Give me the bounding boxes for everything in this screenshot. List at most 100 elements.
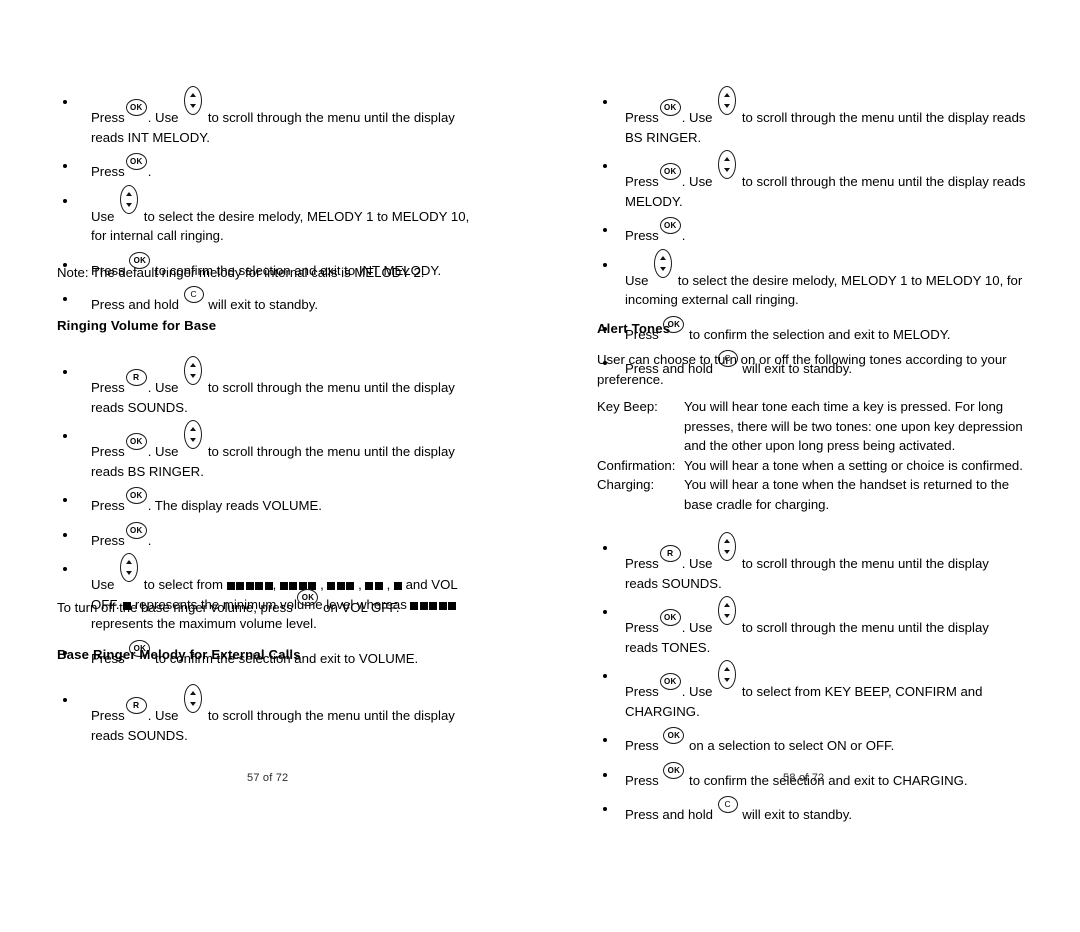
- arrow-down-icon: [659, 266, 666, 271]
- bullet-text: Press and hold C will exit to standby.: [603, 796, 1023, 825]
- scroll-updown-key-icon: [718, 660, 737, 689]
- bullet-item: PressOK. Use to scroll through the menu …: [63, 420, 488, 481]
- bullet-item: PressOK.: [63, 521, 488, 551]
- tone-definition-row: Confirmation: You will hear a tone when a…: [597, 456, 1025, 476]
- volume-level-5-icon: [226, 582, 273, 590]
- bullet-list-base-melody: PressR. Use to scroll through the menu u…: [63, 684, 488, 757]
- bullet-item: PressOK. Use to scroll through the menu …: [63, 86, 483, 147]
- bullet-marker-icon: [63, 567, 67, 571]
- ok-key-icon: OK: [125, 487, 147, 504]
- scroll-updown-key-icon: [654, 248, 673, 278]
- tone-term: Key Beep:: [597, 399, 658, 414]
- arrow-up-icon: [723, 93, 730, 97]
- arrow-down-icon: [125, 571, 132, 575]
- arrow-up-icon: [189, 691, 196, 695]
- bullet-marker-icon: [603, 262, 607, 267]
- arrow-down-icon: [189, 374, 196, 378]
- bullet-text: Use to select the desire melody, MELODY …: [603, 248, 1028, 310]
- manual-page-spread: PressOK. Use to scroll through the menu …: [0, 0, 1080, 932]
- bullet-marker-icon: [603, 674, 607, 678]
- bullet-marker-icon: [63, 532, 67, 537]
- scroll-updown-key-icon: [718, 86, 737, 115]
- note-default-internal-melody: Note: The default ringer melody for inte…: [57, 265, 425, 280]
- bullet-text: PressOK. Use to scroll through the menu …: [63, 86, 483, 147]
- bullet-marker-icon: [63, 297, 67, 301]
- heading-base-ringer-melody-external: Base Ringer Melody for External Calls: [57, 647, 301, 662]
- bullet-marker-icon: [603, 610, 607, 614]
- bullet-text: PressOK. Use to select from KEY BEEP, CO…: [603, 660, 1023, 721]
- bullet-marker-icon: [63, 498, 67, 502]
- alert-tones-definition-list: Key Beep: You will hear tone each time a …: [597, 397, 1025, 514]
- page-footer-right: 58 of 72: [783, 772, 825, 784]
- scroll-updown-key-icon: [184, 356, 203, 385]
- arrow-down-icon: [189, 702, 196, 706]
- bullet-item: PressOK. Use to scroll through the menu …: [603, 596, 1023, 657]
- bullet-marker-icon: [63, 164, 67, 168]
- arrow-down-icon: [723, 614, 730, 618]
- bullet-text: PressR. Use to scroll through the menu u…: [603, 532, 1023, 593]
- alert-tones-intro: User can choose to turn on or off the fo…: [597, 352, 1007, 387]
- arrow-down-icon: [189, 438, 196, 442]
- arrow-up-icon: [125, 191, 132, 196]
- tone-description: You will hear tone each time a key is pr…: [684, 399, 1023, 453]
- ok-key-icon: OK: [659, 673, 681, 690]
- bullet-marker-icon: [603, 546, 607, 550]
- bullet-text: PressOK. Use to scroll through the menu …: [63, 420, 488, 481]
- arrow-up-icon: [189, 93, 196, 97]
- vol-off-instruction: To turn off the base ringer volume, pres…: [57, 589, 527, 618]
- c-key-icon: C: [717, 796, 738, 813]
- ok-key-icon: OK: [659, 163, 681, 180]
- bullet-marker-icon: [63, 370, 67, 374]
- bullet-item: PressR. Use to scroll through the menu u…: [63, 684, 488, 745]
- bullet-item: PressOK.: [63, 153, 483, 182]
- arrow-down-icon: [723, 104, 730, 108]
- tone-term: Charging:: [597, 477, 655, 492]
- ok-key-icon: OK: [663, 761, 685, 779]
- ok-key-icon: OK: [659, 217, 681, 234]
- arrow-up-icon: [723, 539, 730, 543]
- arrow-down-icon: [125, 202, 132, 207]
- ok-key-icon: OK: [125, 153, 147, 170]
- heading-alert-tones: Alert Tones: [597, 321, 671, 336]
- bullet-item: PressOK. The display reads VOLUME.: [63, 487, 488, 516]
- scroll-updown-key-icon: [120, 184, 139, 214]
- bullet-text: PressOK. Use to scroll through the menu …: [603, 596, 1023, 657]
- bullet-text: Use to select the desire melody, MELODY …: [63, 184, 483, 246]
- ok-key-icon: OK: [663, 727, 685, 744]
- bullet-text: PressOK.: [63, 153, 483, 182]
- scroll-updown-key-icon: [718, 532, 737, 561]
- arrow-down-icon: [189, 104, 196, 108]
- bullet-marker-icon: [603, 164, 607, 168]
- arrow-up-icon: [723, 603, 730, 607]
- bullet-item: PressOK. Use to scroll through the menu …: [603, 150, 1028, 211]
- scroll-updown-key-icon: [184, 420, 203, 449]
- bullet-marker-icon: [603, 228, 607, 232]
- bullet-list-external-melody: PressOK. Use to scroll through the menu …: [603, 86, 1028, 391]
- volume-level-2-icon: [365, 582, 383, 590]
- bullet-item: PressOK.: [603, 217, 1028, 246]
- tone-term: Confirmation:: [597, 457, 676, 473]
- tone-definition-row: Key Beep: You will hear tone each time a …: [597, 397, 1025, 456]
- r-key-icon: R: [659, 545, 681, 562]
- ok-key-icon: OK: [297, 589, 319, 606]
- arrow-up-icon: [723, 157, 730, 161]
- bullet-marker-icon: [63, 698, 67, 702]
- ok-key-icon: OK: [659, 609, 681, 626]
- bullet-text: PressOK. Use to scroll through the menu …: [603, 86, 1028, 147]
- ok-key-icon: OK: [125, 99, 147, 116]
- arrow-down-icon: [723, 678, 730, 682]
- bullet-item: PressOK. Use to select from KEY BEEP, CO…: [603, 660, 1023, 721]
- scroll-updown-key-icon: [718, 596, 737, 625]
- bullet-text: PressOK.: [603, 217, 1028, 246]
- bullet-item: Press and hold C will exit to standby.: [63, 286, 483, 315]
- arrow-down-icon: [723, 168, 730, 172]
- arrow-down-icon: [723, 550, 730, 554]
- bullet-marker-icon: [63, 100, 67, 104]
- bullet-list-int-melody: PressOK. Use to scroll through the menu …: [63, 86, 483, 327]
- bullet-marker-icon: [603, 772, 607, 777]
- bullet-marker-icon: [603, 100, 607, 104]
- bullet-item: Press OK on a selection to select ON or …: [603, 727, 1023, 756]
- heading-ringing-volume-for-base: Ringing Volume for Base: [57, 318, 217, 333]
- scroll-updown-key-icon: [184, 684, 203, 713]
- bullet-item: Use to select the desire melody, MELODY …: [603, 248, 1028, 310]
